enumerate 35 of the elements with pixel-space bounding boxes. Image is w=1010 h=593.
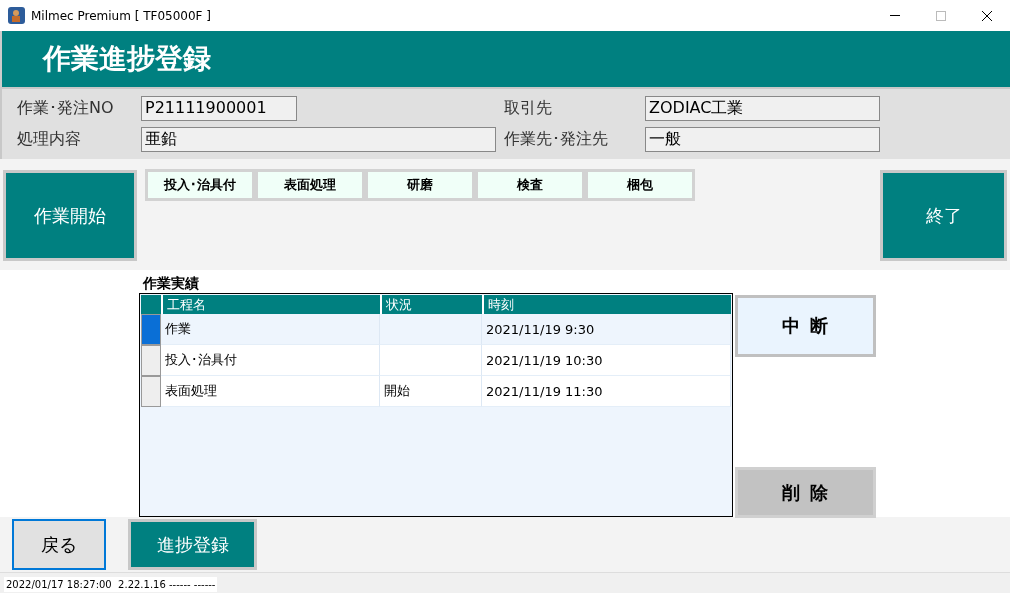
table-cell: 開始 [380, 376, 482, 407]
section-title: 作業実績 [141, 274, 200, 293]
pause-button[interactable]: 中 断 [735, 295, 876, 357]
end-button[interactable]: 終了 [880, 170, 1007, 261]
table-row[interactable]: 作業 2021/11/19 9:30 [141, 314, 731, 345]
field-label: 作業･発注NO [17, 98, 115, 119]
field-label: 取引先 [504, 98, 553, 119]
field-label: 作業先･発注先 [504, 129, 609, 150]
delete-button[interactable]: 削 除 [735, 467, 876, 518]
table-row[interactable]: 表面処理 開始 2021/11/19 11:30 [141, 376, 731, 407]
maximize-icon [936, 10, 946, 21]
text-field[interactable]: 亜鉛 [141, 127, 496, 152]
table-cell: 2021/11/19 11:30 [482, 376, 731, 407]
text-field[interactable]: ZODIAC工業 [645, 96, 880, 121]
start-button[interactable]: 作業開始 [3, 170, 137, 261]
text-field[interactable]: P21111900001 [141, 96, 297, 121]
close-icon[interactable] [982, 10, 992, 21]
app-icon [8, 7, 25, 24]
table-cell: 表面処理 [161, 376, 380, 407]
process-button[interactable]: 研磨 [365, 169, 475, 201]
process-button[interactable]: 梱包 [585, 169, 695, 201]
row-selector[interactable] [141, 345, 161, 376]
row-selector[interactable] [141, 314, 161, 345]
back-button[interactable]: 戻る [12, 519, 106, 570]
status-text: 2022/01/17 18:27:00 2.22.1.16 ------ ------ [4, 576, 218, 592]
row-selector[interactable] [141, 376, 161, 407]
text-field[interactable]: 一般 [645, 127, 880, 152]
process-button[interactable]: 検査 [475, 169, 585, 201]
table-row[interactable]: 投入･治具付 2021/11/19 10:30 [141, 345, 731, 376]
page-title: 作業進捗登録 [43, 41, 211, 77]
process-button[interactable]: 投入･治具付 [145, 169, 255, 201]
field-label: 処理内容 [17, 129, 82, 150]
window-title: Milmec Premium [ TF05000F ] [31, 8, 213, 23]
process-button[interactable]: 表面処理 [255, 169, 365, 201]
register-button[interactable]: 進捗登録 [128, 519, 257, 570]
